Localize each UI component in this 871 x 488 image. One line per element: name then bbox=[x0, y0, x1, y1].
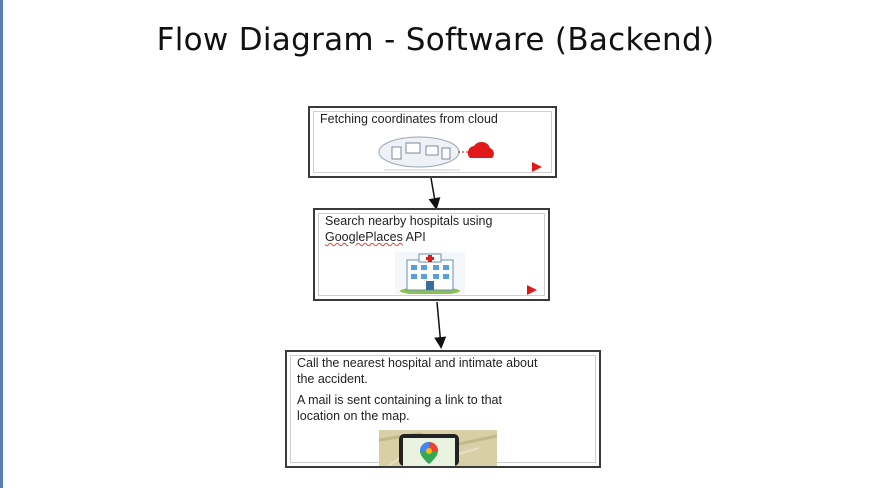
step-3-text-1: Call the nearest hospital and intimate a… bbox=[297, 356, 538, 386]
arrow-2-to-3 bbox=[434, 301, 447, 349]
step-1-text: Fetching coordinates from cloud bbox=[320, 112, 498, 126]
play-icon bbox=[527, 285, 537, 295]
arrow-1-to-2 bbox=[428, 177, 441, 210]
hospital-building-icon bbox=[395, 252, 465, 294]
step-2-text-part1: Search nearby hospitals using bbox=[325, 214, 493, 228]
step-2-box: Search nearby hospitals using GooglePlac… bbox=[313, 208, 550, 301]
step-2-text-part2: API bbox=[402, 230, 426, 244]
step-2-text: Search nearby hospitals using GooglePlac… bbox=[325, 213, 535, 245]
google-maps-phone-icon bbox=[379, 430, 497, 466]
step-2-link-text: GooglePlaces bbox=[325, 230, 403, 244]
step-3-text-2: A mail is sent containing a link to that… bbox=[297, 393, 502, 423]
step-1-box: Fetching coordinates from cloud bbox=[308, 106, 557, 178]
cloud-devices-icon bbox=[378, 136, 494, 171]
play-icon bbox=[532, 162, 542, 172]
step-3-box: Call the nearest hospital and intimate a… bbox=[285, 350, 601, 468]
